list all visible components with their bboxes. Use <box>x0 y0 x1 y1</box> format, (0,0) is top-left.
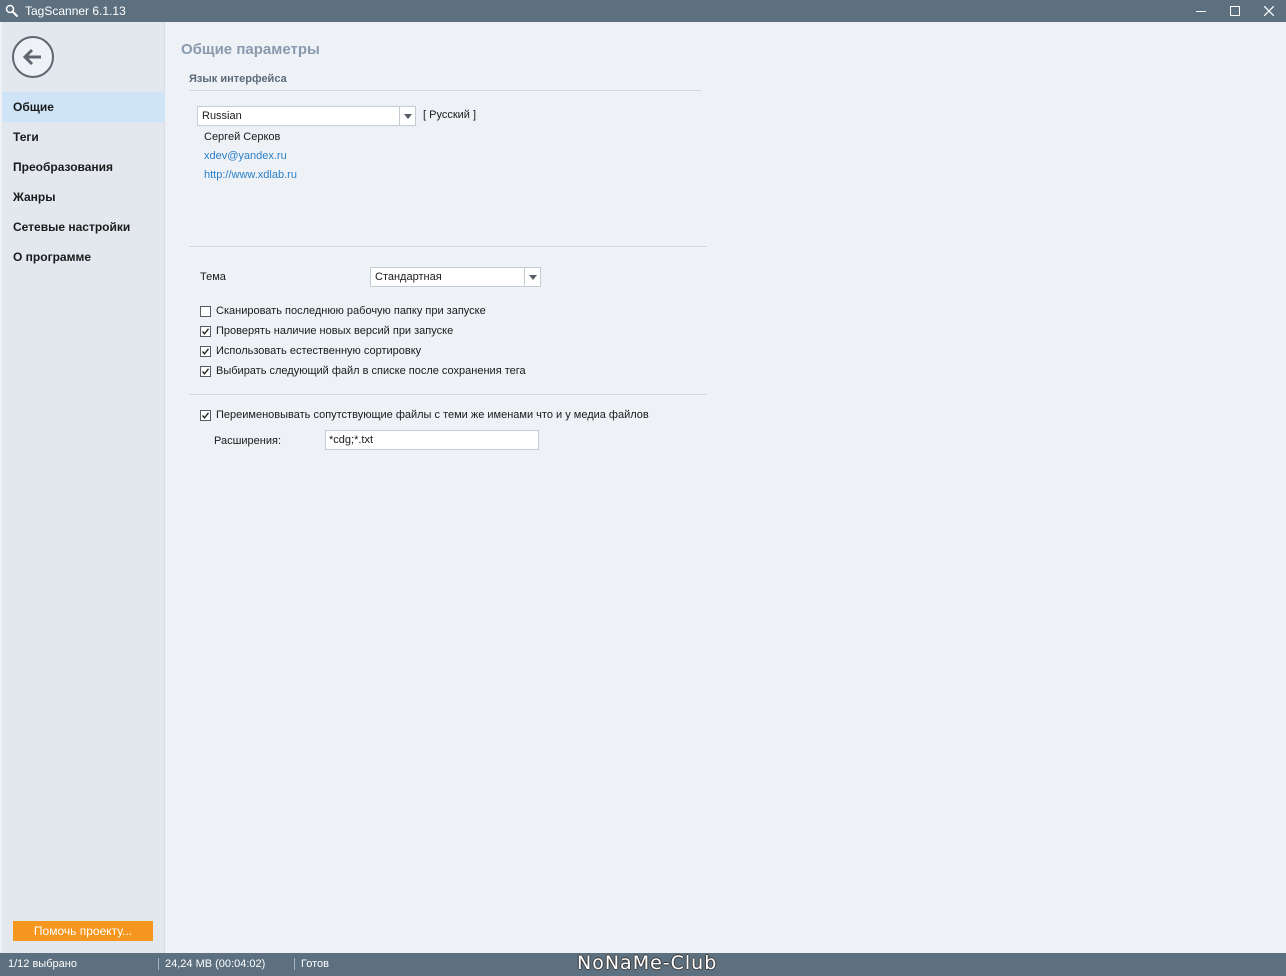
status-text: Готов <box>301 958 329 970</box>
extensions-label: Расширения: <box>214 435 282 447</box>
settings-nav: Общие Теги Преобразования Жанры Сетевые … <box>2 92 165 272</box>
sidebar-item-conversions[interactable]: Преобразования <box>2 152 165 182</box>
sidebar: Общие Теги Преобразования Жанры Сетевые … <box>2 22 165 953</box>
magnifier-app-icon <box>5 4 19 18</box>
chevron-down-icon <box>524 268 540 286</box>
arrow-left-icon <box>22 48 41 66</box>
scan-last-folder-checkbox[interactable]: Сканировать последнюю рабочую папку при … <box>200 305 486 317</box>
checkbox-label: Сканировать последнюю рабочую папку при … <box>216 305 486 317</box>
select-next-file-checkbox[interactable]: Выбирать следующий файл в списке после с… <box>200 365 526 377</box>
title-bar: TagScanner 6.1.13 <box>0 0 1286 22</box>
sidebar-item-tags[interactable]: Теги <box>2 122 165 152</box>
sidebar-item-label: Жанры <box>13 190 56 204</box>
sidebar-item-label: Общие <box>13 100 54 114</box>
chevron-down-icon <box>399 107 415 125</box>
translator-email-link[interactable]: xdev@yandex.ru <box>204 150 287 162</box>
status-separator <box>294 958 295 970</box>
page-title: Общие параметры <box>181 41 320 58</box>
maximize-icon[interactable] <box>1218 0 1252 22</box>
language-select[interactable]: Russian <box>197 106 416 126</box>
sidebar-item-label: Теги <box>13 130 39 144</box>
theme-label: Тема <box>200 271 226 283</box>
checkmark-icon <box>200 325 211 337</box>
natural-sort-checkbox[interactable]: Использовать естественную сортировку <box>200 345 421 357</box>
sidebar-item-label: О программе <box>13 250 92 264</box>
sidebar-item-label: Сетевые настройки <box>13 220 131 234</box>
section-divider <box>189 246 707 247</box>
section-divider <box>189 90 701 91</box>
checkbox-label: Использовать естественную сортировку <box>216 345 422 357</box>
language-native-name: [ Русский ] <box>423 109 477 121</box>
sidebar-item-about[interactable]: О программе <box>2 242 165 272</box>
theme-select[interactable]: Стандартная <box>370 267 541 287</box>
settings-window: TagScanner 6.1.13 Общие Теги Преобразова… <box>0 0 1286 976</box>
sidebar-item-genres[interactable]: Жанры <box>2 182 165 212</box>
section-divider <box>189 394 707 395</box>
sidebar-item-general[interactable]: Общие <box>2 92 165 122</box>
checkmark-icon <box>200 365 211 377</box>
translator-site-link[interactable]: http://www.xdlab.ru <box>204 169 297 181</box>
settings-content: Общие параметры Язык интерфейса Russian … <box>166 22 1284 953</box>
rename-companion-files-checkbox[interactable]: Переименовывать сопутствующие файлы с те… <box>200 409 649 421</box>
theme-select-value: Стандартная <box>375 271 442 283</box>
watermark: NoNaMe-Club <box>577 952 718 974</box>
language-section-title: Язык интерфейса <box>189 73 287 85</box>
close-icon[interactable] <box>1252 0 1286 22</box>
selection-count: 1/12 выбрано <box>8 958 77 970</box>
window-title: TagScanner 6.1.13 <box>25 4 126 18</box>
checkbox-unchecked-icon <box>200 305 211 317</box>
minimize-icon[interactable] <box>1184 0 1218 22</box>
translator-name: Сергей Серков <box>204 131 281 143</box>
total-size: 24,24 MB (00:04:02) <box>165 958 266 970</box>
sidebar-item-network[interactable]: Сетевые настройки <box>2 212 165 242</box>
status-separator <box>158 958 159 970</box>
checkbox-label: Проверять наличие новых версий при запус… <box>216 325 454 337</box>
checkbox-label: Выбирать следующий файл в списке после с… <box>216 365 526 377</box>
checkmark-icon <box>200 409 211 421</box>
back-button[interactable] <box>12 36 54 78</box>
sidebar-item-label: Преобразования <box>13 160 114 174</box>
checkbox-label: Переименовывать сопутствующие файлы с те… <box>216 409 649 421</box>
checkmark-icon <box>200 345 211 357</box>
donate-button[interactable]: Помочь проекту... <box>13 921 153 941</box>
language-select-value: Russian <box>202 110 242 122</box>
check-updates-checkbox[interactable]: Проверять наличие новых версий при запус… <box>200 325 453 337</box>
extensions-input[interactable]: *cdg;*.txt <box>325 430 539 450</box>
status-bar: 1/12 выбрано 24,24 MB (00:04:02) Готов N… <box>0 953 1286 976</box>
